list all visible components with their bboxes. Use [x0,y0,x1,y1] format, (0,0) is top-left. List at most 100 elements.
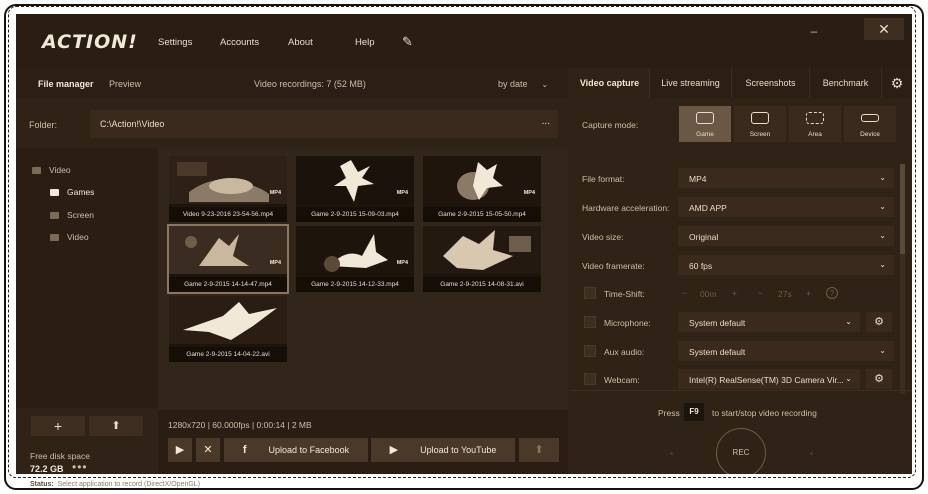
close-icon[interactable]: ✕ [864,18,904,40]
folder-tree: Video Games Screen Video [16,148,158,408]
plus-icon[interactable]: + [806,288,811,298]
help-icon[interactable]: ? [826,287,838,299]
gamepad-icon [696,112,714,124]
tab-benchmark[interactable]: Benchmark [810,68,882,98]
upload-youtube-button[interactable]: ▶ Upload to YouTube [371,438,515,462]
chevron-down-icon: ⌄ [879,202,886,211]
menu-help[interactable]: Help [355,37,375,48]
webcam-select[interactable]: Intel(R) RealSense(TM) 3D Camera Vir... ⌄ [678,369,860,389]
browse-folder-button[interactable]: ... [542,116,550,127]
pen-icon[interactable]: ✎ [402,34,413,50]
hw-accel-select[interactable]: AMD APP ⌄ [678,197,894,217]
gear-icon[interactable]: ⚙ [866,369,892,389]
tab-preview[interactable]: Preview [109,79,141,89]
thumbnail-caption: Game 2-9-2015 14-08-31.avi [423,277,541,292]
folder-path-field[interactable]: C:\Action!\Video ... [90,110,558,138]
file-format-select[interactable]: MP4 ⌄ [678,168,894,188]
menu-settings[interactable]: Settings [158,37,192,48]
thumbnail-item[interactable]: MP4 Game 2-9-2015 15-09-03.mp4 [296,156,414,222]
settings-scrollbar[interactable] [900,164,905,394]
thumbnail-item[interactable]: Game 2-9-2015 14-04-22.avi [169,296,287,362]
left-tabs: File manager Preview Video recordings: 7… [16,68,568,98]
rec-button[interactable]: REC [716,428,766,474]
tab-screenshots[interactable]: Screenshots [732,68,810,98]
chevron-down-icon: ⌄ [879,173,886,182]
mode-screen-button[interactable]: Screen [734,106,786,142]
divider [570,390,912,391]
timeshift-minutes: 00m [700,289,717,299]
tree-item-video[interactable]: Video [50,232,89,242]
framerate-label: Video framerate: [582,261,645,271]
file-manager-panel: File manager Preview Video recordings: 7… [16,68,568,474]
gear-icon[interactable]: ⚙ [866,312,892,332]
thumbnail-item[interactable]: MP4 Game 2-9-2015 14-12-33.mp4 [296,226,414,292]
tree-item-video-root[interactable]: Video [32,165,71,175]
thumbnail-item[interactable]: MP4 Video 9-23-2016 23-54-56.mp4 [169,156,287,222]
folder-icon [50,234,59,241]
webcam-checkbox[interactable] [584,373,596,385]
sort-label: by date [498,79,528,89]
settings-panel: Video capture Live streaming Screenshots… [570,68,912,474]
minus-icon[interactable]: − [682,288,687,298]
chevron-down-icon: ⌄ [845,317,852,326]
format-badge: MP4 [396,260,408,266]
folder-bar: Folder: C:\Action!\Video ... [16,108,568,140]
open-folder-button[interactable]: ⬆ [89,416,143,436]
video-thumbnail-image [423,156,541,204]
rec-indicator-left [670,452,673,455]
free-disk-value: 72.2 GB [30,464,64,474]
menu-about[interactable]: About [288,37,313,48]
folder-label: Folder: [29,120,58,130]
tree-item-screen[interactable]: Screen [50,210,94,220]
delete-button[interactable]: ✕ [196,438,220,462]
microphone-select[interactable]: System default ⌄ [678,312,860,332]
aux-audio-select[interactable]: System default ⌄ [678,341,894,361]
mode-game-button[interactable]: Game [679,106,731,142]
hotkey-text: to start/stop video recording [712,408,817,418]
more-icon[interactable]: ••• [72,460,88,474]
tab-live-streaming[interactable]: Live streaming [650,68,732,98]
screen-icon [751,112,769,124]
capture-mode-label: Capture mode: [582,120,639,130]
tab-video-capture[interactable]: Video capture [570,68,650,98]
thumbnail-item[interactable]: MP4 Game 2-9-2015 15-05-50.mp4 [423,156,541,222]
thumbnail-caption: Game 2-9-2015 14-12-33.mp4 [296,277,414,292]
tab-file-manager[interactable]: File manager [38,79,94,89]
sort-dropdown[interactable]: by date ⌄ [498,79,548,89]
thumbnail-item[interactable]: Game 2-9-2015 14-08-31.avi [423,226,541,292]
scrollbar-thumb[interactable] [900,164,905,254]
thumbnail-caption: Game 2-9-2015 14-04-22.avi [169,347,287,362]
minus-icon[interactable]: − [758,288,763,298]
chevron-down-icon: ⌄ [879,260,886,269]
video-thumbnail-image [169,156,287,204]
mode-device-button[interactable]: Device [844,106,896,142]
menu-accounts[interactable]: Accounts [220,37,259,48]
microphone-checkbox[interactable] [584,316,596,328]
folder-path-text: C:\Action!\Video [100,119,165,129]
gear-icon[interactable]: ⚙ [882,68,912,98]
timeshift-seconds: 27s [778,289,792,299]
upload-button[interactable]: ⬆ [519,438,559,462]
youtube-icon: ▶ [389,444,399,456]
format-badge: MP4 [269,190,281,196]
framerate-select[interactable]: 60 fps ⌄ [678,255,894,275]
mode-area-button[interactable]: Area [789,106,841,142]
aux-audio-checkbox[interactable] [584,345,596,357]
minimize-icon[interactable]: – [802,24,826,40]
plus-icon[interactable]: + [732,288,737,298]
folder-icon [50,212,59,219]
video-size-select[interactable]: Original ⌄ [678,226,894,246]
app-window: ACTION! Settings Accounts About Help ✎ –… [16,14,912,474]
chevron-down-icon: ⌄ [879,346,886,355]
tree-item-games[interactable]: Games [50,187,94,197]
upload-facebook-button[interactable]: f Upload to Facebook [224,438,368,462]
status-bar: Status: Select application to record (Di… [30,481,200,488]
add-folder-button[interactable]: + [31,416,85,436]
file-info-text: 1280x720 | 60.000fps | 0:00:14 | 2 MB [168,420,312,430]
thumbnail-item-selected[interactable]: MP4 Game 2-9-2015 14-14-47.mp4 [167,224,289,294]
app-logo: ACTION! [42,31,138,53]
timeshift-checkbox[interactable] [584,287,596,299]
play-button[interactable]: ▶ [168,438,192,462]
status-label: Status: [30,481,54,488]
chevron-down-icon: ⌄ [879,231,886,240]
